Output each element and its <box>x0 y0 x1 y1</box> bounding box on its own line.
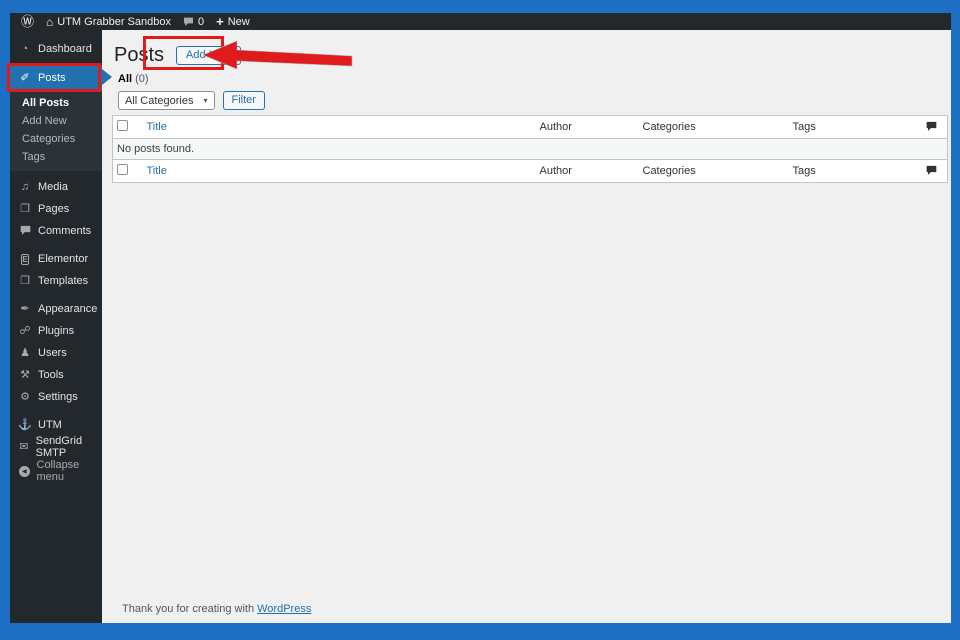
views-all-link[interactable]: All <box>118 73 132 85</box>
wordpress-logo-menu[interactable]: Ⓦ <box>15 13 40 30</box>
gear-icon: ⚙ <box>20 390 30 403</box>
no-posts-message: No posts found. <box>112 138 948 160</box>
sidebar-item-utm[interactable]: ⚓ UTM <box>10 414 102 436</box>
sidebar-item-comments[interactable]: Comments <box>10 220 102 242</box>
admin-bar-new[interactable]: + New <box>210 13 256 30</box>
sidebar-item-label: Pages <box>38 203 70 215</box>
envelope-icon: ✉ <box>19 440 29 453</box>
submenu-add-new[interactable]: Add New <box>10 112 102 130</box>
sidebar-item-posts[interactable]: ✐ Posts <box>10 65 102 91</box>
sidebar-item-sendgrid-smtp[interactable]: ✉ SendGrid SMTP <box>10 435 102 459</box>
sidebar-item-tools[interactable]: ⚒ Tools <box>10 364 102 386</box>
new-label: New <box>227 15 250 28</box>
wordpress-link[interactable]: WordPress <box>257 603 311 615</box>
sidebar-item-label: Comments <box>38 225 92 237</box>
categories-dropdown-value: All Categories <box>125 94 194 107</box>
filter-button[interactable]: Filter <box>222 91 265 110</box>
sidebar-item-label: Plugins <box>38 325 75 337</box>
sidebar-item-label: Posts <box>38 72 66 84</box>
site-name: UTM Grabber Sandbox <box>57 15 171 28</box>
main-content: Posts Add New All (0) All Categories ▾ F… <box>102 30 951 623</box>
wrench-icon: ⚒ <box>20 368 30 381</box>
collapse-arrow-icon: ◀ <box>18 465 31 478</box>
sidebar-item-plugins[interactable]: ☍ Plugins <box>10 320 102 342</box>
sort-title-footer[interactable]: Title <box>147 165 167 177</box>
sidebar-item-label: Tools <box>38 369 64 381</box>
tags-header: Tags <box>792 121 816 133</box>
table-footer-row: Title Author Categories Tags <box>113 160 948 183</box>
sidebar-item-users[interactable]: ♟ Users <box>10 342 102 364</box>
active-menu-arrow <box>102 69 112 85</box>
add-new-button[interactable]: Add New <box>176 45 241 65</box>
sidebar-item-pages[interactable]: ❐ Pages <box>10 198 102 220</box>
sort-title-header[interactable]: Title <box>147 121 167 133</box>
posts-table: Title Author Categories Tags No posts fo… <box>112 115 948 183</box>
comments-column-icon <box>926 165 936 175</box>
sidebar-item-media[interactable]: ♫ Media <box>10 176 102 198</box>
submenu-tags[interactable]: Tags <box>10 148 102 166</box>
user-icon: ♟ <box>20 346 30 359</box>
elementor-icon: E <box>21 253 29 265</box>
select-all-checkbox[interactable] <box>117 120 128 131</box>
sidebar-item-settings[interactable]: ⚙ Settings <box>10 386 102 408</box>
views-filter: All (0) <box>118 73 948 85</box>
plugin-icon: ☍ <box>19 324 31 337</box>
sidebar-item-label: SendGrid SMTP <box>35 435 83 459</box>
chevron-down-icon: ▾ <box>203 96 208 105</box>
wordpress-logo-icon: Ⓦ <box>21 14 35 29</box>
admin-bar-comments[interactable]: 0 <box>177 13 210 30</box>
plus-icon: + <box>216 14 224 29</box>
table-header-row: Title Author Categories Tags <box>112 116 948 139</box>
sidebar-item-label: Collapse menu <box>36 459 80 483</box>
dashboard-icon: ◔ <box>21 42 29 55</box>
categories-header: Categories <box>642 121 696 133</box>
home-icon: ⌂ <box>46 14 54 29</box>
sidebar-item-label: Elementor <box>38 253 89 265</box>
categories-footer: Categories <box>642 165 696 177</box>
author-footer: Author <box>539 165 572 177</box>
views-all-count: (0) <box>135 73 149 85</box>
empty-row: No posts found. <box>112 138 948 160</box>
site-name-menu[interactable]: ⌂ UTM Grabber Sandbox <box>40 13 177 30</box>
categories-dropdown[interactable]: All Categories ▾ <box>118 91 215 110</box>
media-icon: ♫ <box>20 180 30 193</box>
sidebar-item-templates[interactable]: ❒ Templates <box>10 270 102 292</box>
pushpin-icon: ✐ <box>20 71 30 84</box>
sidebar-item-label: Media <box>38 181 68 193</box>
sidebar-item-label: Dashboard <box>38 43 92 55</box>
sidebar-item-label: Templates <box>38 275 89 287</box>
comment-count: 0 <box>197 15 205 28</box>
sidebar-item-label: Users <box>38 347 67 359</box>
comments-icon <box>18 225 32 238</box>
submenu-all-posts[interactable]: All Posts <box>10 94 102 112</box>
sidebar-item-label: Settings <box>38 391 78 403</box>
collapse-menu-button[interactable]: ◀ Collapse menu <box>10 459 102 483</box>
sidebar-item-elementor[interactable]: E Elementor <box>10 248 102 270</box>
submenu-categories[interactable]: Categories <box>10 130 102 148</box>
sidebar-item-label: Appearance <box>38 303 98 315</box>
brush-icon: ✒ <box>20 302 30 315</box>
sidebar-item-appearance[interactable]: ✒ Appearance <box>10 298 102 320</box>
select-all-checkbox-bottom[interactable] <box>117 164 128 175</box>
admin-sidebar: ◔ Dashboard ✐ Posts All Posts Add New Ca… <box>10 30 102 623</box>
comments-column-icon <box>926 121 936 131</box>
hook-icon: ⚓ <box>18 418 32 431</box>
page-title: Posts <box>114 44 165 66</box>
pages-icon: ❐ <box>20 202 30 215</box>
sidebar-item-dashboard[interactable]: ◔ Dashboard <box>10 38 102 60</box>
posts-submenu: All Posts Add New Categories Tags <box>10 91 102 171</box>
admin-bar: Ⓦ ⌂ UTM Grabber Sandbox 0 + New <box>10 13 951 30</box>
footer-credit-text: Thank you for creating with <box>122 603 258 615</box>
sidebar-item-label: UTM <box>38 419 62 431</box>
author-header: Author <box>539 121 572 133</box>
wordpress-admin-window: Ⓦ ⌂ UTM Grabber Sandbox 0 + New ◔ Dashbo… <box>10 13 951 623</box>
footer-credit: Thank you for creating with WordPress <box>122 603 311 615</box>
comment-bubble-icon <box>183 17 193 26</box>
folder-icon: ❒ <box>20 274 30 287</box>
tags-footer: Tags <box>792 165 816 177</box>
